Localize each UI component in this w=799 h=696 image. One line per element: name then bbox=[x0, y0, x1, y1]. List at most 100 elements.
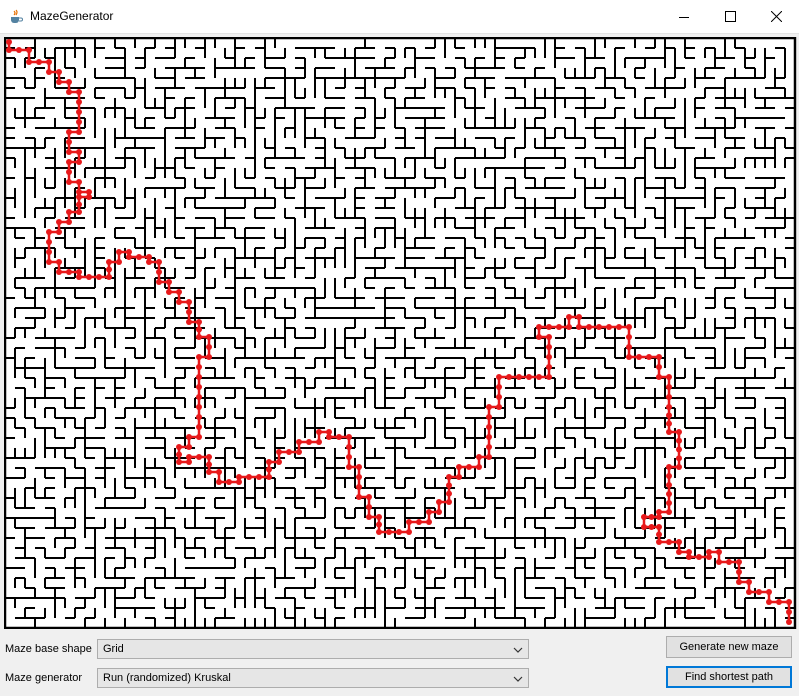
path-node bbox=[76, 149, 82, 155]
path-node bbox=[356, 474, 362, 480]
path-node bbox=[26, 59, 32, 65]
base-shape-value: Grid bbox=[103, 643, 124, 655]
path-node bbox=[656, 539, 662, 545]
path-node bbox=[656, 374, 662, 380]
path-node bbox=[786, 609, 792, 615]
path-node bbox=[626, 344, 632, 350]
path-node bbox=[426, 519, 432, 525]
find-path-button[interactable]: Find shortest path bbox=[666, 666, 792, 688]
path-node bbox=[666, 412, 672, 419]
path-node bbox=[666, 500, 672, 506]
path-node bbox=[316, 429, 322, 435]
path-node bbox=[786, 619, 792, 625]
path-node bbox=[46, 59, 52, 65]
path-node bbox=[186, 434, 192, 440]
path-node bbox=[666, 374, 672, 380]
path-node bbox=[596, 324, 602, 330]
path-node bbox=[486, 414, 492, 420]
path-node bbox=[156, 259, 162, 265]
path-node bbox=[676, 429, 682, 435]
generator-select[interactable]: Run (randomized) Kruskal bbox=[97, 668, 529, 688]
path-node bbox=[196, 394, 202, 400]
path-node bbox=[656, 364, 662, 370]
path-node bbox=[486, 434, 492, 440]
path-node bbox=[676, 455, 682, 462]
path-node bbox=[406, 529, 412, 535]
path-node bbox=[696, 554, 702, 560]
path-node bbox=[316, 439, 322, 445]
path-node bbox=[676, 446, 682, 453]
path-node bbox=[46, 239, 52, 245]
maze-border bbox=[4, 37, 797, 629]
path-node bbox=[756, 589, 762, 595]
path-node bbox=[296, 439, 302, 445]
path-node bbox=[76, 209, 82, 215]
path-node bbox=[346, 434, 352, 440]
path-node bbox=[106, 259, 112, 265]
maze-walls bbox=[5, 38, 795, 628]
path-node bbox=[176, 459, 182, 465]
path-node bbox=[566, 314, 572, 320]
chevron-down-icon bbox=[513, 676, 523, 682]
path-node bbox=[196, 424, 202, 430]
path-node bbox=[641, 514, 647, 520]
path-node bbox=[196, 454, 202, 460]
path-node bbox=[176, 451, 182, 458]
path-node bbox=[736, 569, 742, 575]
chevron-down-icon bbox=[513, 647, 523, 653]
path-node bbox=[666, 429, 672, 435]
path-node bbox=[86, 274, 92, 280]
path-node bbox=[666, 394, 672, 400]
path-node bbox=[66, 129, 72, 135]
path-node bbox=[656, 531, 662, 538]
path-node bbox=[476, 454, 482, 460]
path-node bbox=[648, 524, 655, 530]
path-node bbox=[486, 454, 492, 460]
path-node bbox=[216, 479, 222, 485]
path-node bbox=[496, 394, 502, 400]
path-node bbox=[196, 384, 202, 390]
path-node bbox=[396, 529, 402, 535]
path-node bbox=[196, 354, 202, 360]
path-node bbox=[186, 454, 192, 460]
minimize-icon bbox=[679, 16, 689, 18]
path-node bbox=[276, 449, 282, 455]
path-node bbox=[486, 444, 492, 450]
path-node bbox=[276, 459, 282, 465]
minimize-button[interactable] bbox=[661, 0, 707, 33]
path-node bbox=[536, 334, 542, 340]
path-node bbox=[196, 334, 202, 340]
base-shape-select[interactable]: Grid bbox=[97, 639, 529, 659]
path-node bbox=[436, 499, 442, 505]
path-node bbox=[676, 437, 682, 444]
path-node bbox=[416, 519, 422, 525]
path-node bbox=[76, 201, 82, 208]
path-node bbox=[376, 521, 382, 528]
path-node bbox=[196, 414, 202, 420]
path-node bbox=[236, 474, 242, 480]
maximize-button[interactable] bbox=[707, 0, 753, 33]
path-node bbox=[16, 47, 22, 53]
path-node bbox=[356, 464, 362, 470]
path-node bbox=[566, 324, 572, 330]
close-icon bbox=[770, 11, 782, 22]
path-node bbox=[116, 259, 122, 265]
path-node bbox=[196, 434, 202, 440]
path-node bbox=[206, 354, 212, 360]
path-node bbox=[646, 354, 652, 360]
close-button[interactable] bbox=[753, 0, 799, 33]
path-node bbox=[486, 424, 492, 430]
path-node bbox=[546, 324, 552, 330]
path-node bbox=[536, 324, 542, 330]
path-node bbox=[216, 469, 222, 475]
generate-maze-button[interactable]: Generate new maze bbox=[666, 636, 792, 658]
path-node bbox=[196, 404, 202, 410]
path-node bbox=[666, 404, 672, 410]
path-node bbox=[546, 344, 552, 350]
path-node bbox=[376, 529, 382, 535]
path-node bbox=[648, 514, 655, 520]
path-node bbox=[76, 159, 82, 165]
path-node bbox=[56, 269, 62, 275]
path-node bbox=[146, 259, 152, 265]
path-node bbox=[686, 554, 692, 560]
